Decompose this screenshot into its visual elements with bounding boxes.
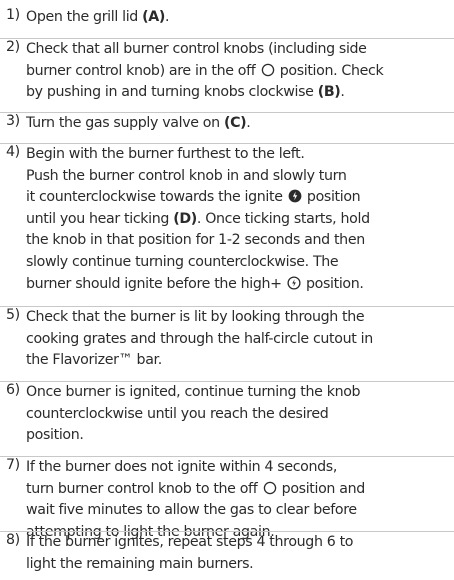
step-number: 5): [6, 307, 20, 323]
text-segment: burner control knob) are in the off: [26, 62, 260, 79]
step-line: If the burner does not ignite within 4 s…: [26, 457, 454, 479]
text-segment: turn burner control knob to the off: [26, 480, 262, 497]
text-segment: position: [302, 189, 361, 206]
step-line: Turn the gas supply valve on (C).: [26, 113, 454, 135]
step-line: slowly continue turning counterclockwise…: [26, 252, 454, 274]
off-circle-icon: [263, 481, 277, 495]
text-segment: Begin with the burner furthest to the le…: [26, 146, 305, 162]
step-4: 4) Begin with the burner furthest to the…: [0, 143, 454, 302]
text-segment: .: [246, 115, 251, 131]
step-number: 7): [6, 457, 20, 473]
step-line: the knob in that position for 1-2 second…: [26, 230, 454, 252]
text-segment: Check that all burner control knobs (inc…: [26, 41, 367, 57]
instruction-list: 1) Open the grill lid (A). 2) Check that…: [0, 0, 454, 580]
step-line: by pushing in and turning knobs clockwis…: [26, 82, 454, 104]
step-6: 6) Once burner is ignited, continue turn…: [0, 381, 454, 452]
text-segment: Push the burner control knob in and slow…: [26, 167, 347, 184]
step-3: 3) Turn the gas supply valve on (C).: [0, 112, 454, 139]
text-segment: position.: [301, 275, 364, 292]
step-number: 8): [6, 532, 20, 548]
step-line: it counterclockwise towards the ignite p…: [26, 187, 454, 209]
text-segment: Turn the gas supply valve on: [26, 115, 224, 131]
step-line: burner control knob) are in the off posi…: [26, 61, 454, 83]
step-line: Begin with the burner furthest to the le…: [26, 144, 454, 166]
ignite-icon: [288, 189, 302, 203]
text-segment: by pushing in and turning knobs clockwis…: [26, 84, 318, 101]
step-line: wait five minutes to allow the gas to cl…: [26, 500, 454, 522]
step-text: Begin with the burner furthest to the le…: [26, 144, 454, 295]
text-segment: slowly continue turning counterclockwise…: [26, 253, 339, 270]
text-segment: Once burner is ignited, continue turning…: [26, 384, 361, 400]
off-circle-icon: [261, 63, 275, 77]
high-plus-icon: [287, 276, 301, 290]
step-line: position.: [26, 425, 454, 447]
step-line: until you hear ticking (D). Once ticking…: [26, 209, 454, 231]
text-segment: counterclockwise until you reach the des…: [26, 405, 329, 422]
text-segment: .: [340, 84, 345, 101]
text-segment: If the burner ignites, repeat steps 4 th…: [26, 534, 354, 550]
step-8: 8) If the burner ignites, repeat steps 4…: [0, 531, 454, 580]
step-1: 1) Open the grill lid (A).: [0, 7, 454, 33]
step-line: turn burner control knob to the off posi…: [26, 479, 454, 501]
step-line: counterclockwise until you reach the des…: [26, 404, 454, 426]
text-segment: wait five minutes to allow the gas to cl…: [26, 502, 357, 519]
step-number: 6): [6, 382, 20, 398]
step-number: 2): [6, 39, 20, 55]
step-text: If the burner ignites, repeat steps 4 th…: [26, 532, 454, 575]
text-segment: Check that the burner is lit by looking …: [26, 309, 365, 325]
step-line: Push the burner control knob in and slow…: [26, 166, 454, 188]
step-2: 2) Check that all burner control knobs (…: [0, 38, 454, 108]
text-segment: cooking grates and through the half-circ…: [26, 330, 373, 347]
step-number: 3): [6, 113, 20, 129]
step-text: Check that all burner control knobs (inc…: [26, 39, 454, 104]
text-segment: until you hear ticking: [26, 210, 174, 227]
step-text: Open the grill lid (A).: [26, 7, 454, 29]
step-line: the Flavorizer™ bar.: [26, 350, 454, 372]
step-5: 5) Check that the burner is lit by looki…: [0, 306, 454, 377]
step-line: Once burner is ignited, continue turning…: [26, 382, 454, 404]
step-text: Once burner is ignited, continue turning…: [26, 382, 454, 447]
step-text: Check that the burner is lit by looking …: [26, 307, 454, 372]
figure-reference: (B): [317, 84, 341, 101]
figure-reference: (D): [173, 210, 197, 227]
step-line: Check that all burner control knobs (inc…: [26, 39, 454, 61]
text-segment: . Once ticking starts, hold: [196, 210, 370, 227]
text-segment: it counterclockwise towards the ignite: [26, 189, 287, 206]
text-segment: the Flavorizer™ bar.: [26, 352, 162, 369]
step-line: light the remaining main burners.: [26, 554, 454, 576]
step-number: 1): [6, 7, 20, 23]
figure-reference: (C): [223, 115, 247, 131]
text-segment: .: [165, 9, 170, 25]
text-segment: Open the grill lid: [26, 9, 143, 25]
step-line: cooking grates and through the half-circ…: [26, 329, 454, 351]
text-segment: light the remaining main burners.: [26, 555, 254, 572]
step-line: burner should ignite before the high+ po…: [26, 274, 454, 296]
text-segment: position. Check: [275, 62, 384, 79]
text-segment: the knob in that position for 1-2 second…: [26, 232, 365, 249]
step-text: Turn the gas supply valve on (C).: [26, 113, 454, 135]
step-line: Check that the burner is lit by looking …: [26, 307, 454, 329]
figure-reference: (A): [142, 9, 166, 25]
step-line: Open the grill lid (A).: [26, 7, 454, 29]
text-segment: If the burner does not ignite within 4 s…: [26, 459, 337, 475]
text-segment: position and: [277, 480, 366, 497]
text-segment: position.: [26, 427, 84, 444]
step-line: If the burner ignites, repeat steps 4 th…: [26, 532, 454, 554]
text-segment: burner should ignite before the high+: [26, 275, 286, 292]
step-number: 4): [6, 144, 20, 160]
